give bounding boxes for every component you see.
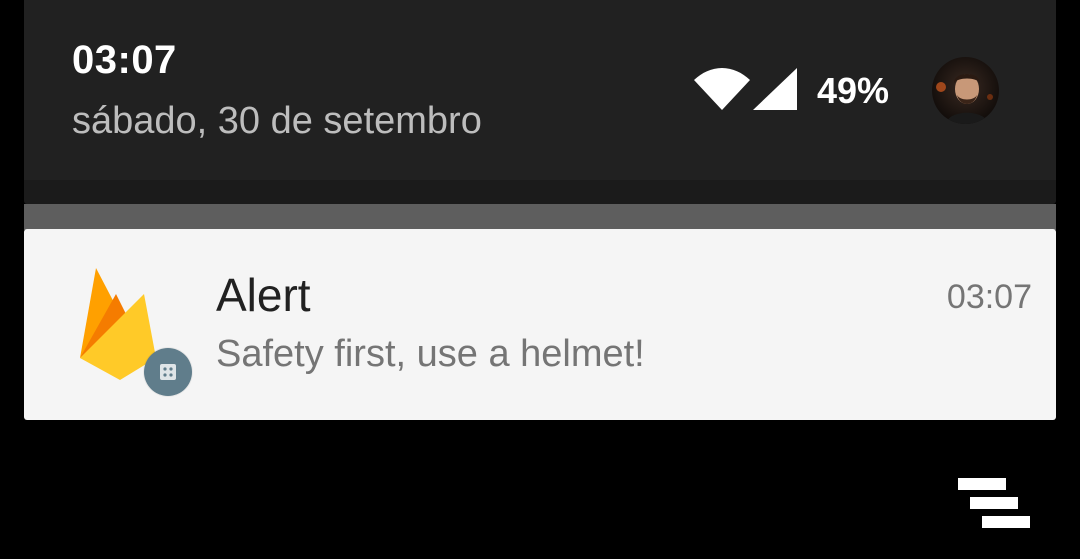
- quick-settings-header[interactable]: [24, 0, 1056, 180]
- cell-signal-icon[interactable]: [753, 68, 797, 110]
- date-label[interactable]: sábado, 30 de setembro: [72, 100, 482, 143]
- background-scrim: [24, 204, 1056, 230]
- notification-shade: 03:07 sábado, 30 de setembro 49% Alert S…: [0, 0, 1080, 559]
- user-avatar[interactable]: [932, 57, 999, 124]
- wifi-icon[interactable]: [694, 68, 750, 110]
- notification-title: Alert: [216, 269, 311, 321]
- app-badge-icon: [144, 348, 192, 396]
- notification-text: Safety first, use a helmet!: [216, 333, 645, 375]
- notification-timestamp: 03:07: [946, 278, 1032, 316]
- badge-glyph-icon: [160, 364, 176, 380]
- stacked-bars-logo-icon: [958, 478, 1030, 528]
- clock-time[interactable]: 03:07: [72, 38, 177, 83]
- battery-percentage[interactable]: 49%: [817, 70, 889, 112]
- quick-settings-handle[interactable]: [24, 180, 1056, 204]
- avatar-photo: [932, 57, 999, 124]
